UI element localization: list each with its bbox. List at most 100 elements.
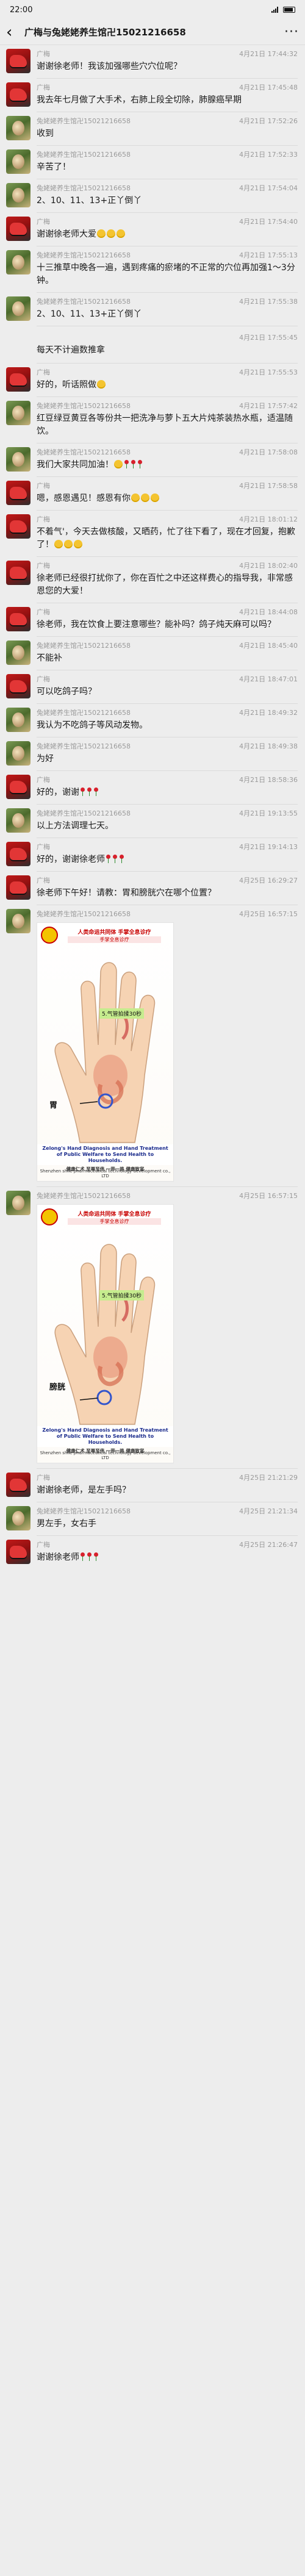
rose-icon [80,788,85,796]
avatar[interactable] [6,607,30,631]
sender-name: 广梅 [37,482,50,490]
sender-name: 兔姥姥养生馆卍15021216658 [37,298,131,306]
chat-message: 兔姥姥养生馆卍15021216658 4月21日 18:49:38 为好 [0,737,305,770]
avatar[interactable] [6,775,30,799]
message-body: 兔姥姥养生馆卍15021216658 4月21日 18:45:40 不能补 [37,640,298,665]
chat-message: 兔姥姥养生馆卍15021216658 4月21日 17:55:38 2、10、11、… [0,293,305,326]
avatar[interactable] [6,741,30,766]
avatar[interactable] [6,1506,30,1530]
message-meta: 广梅 4月25日 16:29:27 [37,875,298,885]
chat-message: 兔姥姥养生馆卍15021216658 4月21日 17:52:26 收到 [0,112,305,145]
message-time: 4月21日 17:45:48 [239,84,298,91]
message-text: 为好 [37,754,54,764]
avatar[interactable] [6,842,30,866]
avatar[interactable] [6,116,30,140]
avatar[interactable] [6,674,30,698]
message-time: 4月21日 17:55:53 [239,368,298,376]
message-body: 广梅 4月21日 17:44:32 谢谢徐老师！我该加强哪些穴穴位呢？ [37,49,298,73]
message-body: 兔姥姥养生馆卍15021216658 4月21日 17:58:08 我们大家共同加油… [37,447,298,472]
avatar[interactable] [6,481,30,505]
avatar[interactable] [6,367,30,392]
emoji-icon [131,493,140,502]
signal-icon [271,7,278,13]
message-time: 4月21日 18:44:08 [239,608,298,616]
more-icon[interactable]: ··· [281,24,299,40]
message-text: 每天不计遍数推拿 [37,345,105,355]
avatar[interactable] [6,149,30,174]
message-body: 兔姥姥养生馆卍15021216658 4月25日 21:21:34 男左手，女右手 [37,1506,298,1530]
rose-icon [93,788,99,796]
message-meta: 兔姥姥养生馆卍15021216658 4月21日 17:52:26 [37,116,298,126]
hand-chart-image[interactable]: 人类命运共同体 手掌全息诊疗 手掌全息诊疗 5.气管拍揉30秒 膀胱 Zelong's … [37,1204,174,1463]
message-time: 4月21日 17:52:33 [239,151,298,159]
avatar[interactable] [6,808,30,833]
chat-message: 兔姥姥养生馆卍15021216658 4月21日 18:45:40 不能补 [0,637,305,670]
emoji-icon [97,380,106,389]
hand-chart-drawing [54,1244,156,1425]
message-meta: 兔姥姥养生馆卍15021216658 4月21日 18:49:38 [37,741,298,751]
avatar[interactable] [6,296,30,321]
hand-chart-image[interactable]: 人类命运共同体 手掌全息诊疗 手掌全息诊疗 5.气管拍揉30秒胃 Zelong's H… [37,922,174,1182]
avatar[interactable] [6,514,30,539]
avatar[interactable] [6,447,30,472]
battery-icon [283,7,295,13]
chat-message: 兔姥姥养生馆卍15021216658 4月21日 17:55:13 十三推草中晚各一… [0,246,305,292]
avatar[interactable] [6,49,30,73]
message-time: 4月21日 17:55:13 [239,251,298,259]
message-body: 广梅 4月21日 17:58:58 嗯，感恩遇见！感恩有你 [37,481,298,505]
message-body: 广梅 4月25日 16:29:27 徐老师下午好！请教：胃和膀胱穴在哪个位置？ [37,875,298,900]
emoji-icon [141,493,149,502]
avatar[interactable] [6,875,30,900]
chat-message: 广梅 4月21日 18:01:12 不着气'，今天去做核酸，又晒药，忙了往下看了，现… [0,511,305,556]
avatar[interactable] [6,640,30,665]
logo-icon [41,1208,58,1225]
avatar[interactable] [6,909,30,933]
chat-message: 兔姥姥养生馆卍15021216658 4月21日 17:57:42 红豆绿豆黄豆各等… [0,397,305,443]
rose-icon [80,1552,85,1561]
chat-message: 兔姥姥养生馆卍15021216658 4月21日 17:54:04 2、10、11、… [0,179,305,212]
message-meta: 兔姥姥养生馆卍15021216658 4月21日 18:49:32 [37,708,298,717]
chart-subtitle: 手掌全息诊疗 [68,936,161,943]
message-text: 嗯，感恩遇见！感恩有你 [37,492,298,505]
sender-name: 兔姥姥养生馆卍15021216658 [37,251,131,259]
avatar[interactable] [6,1473,30,1497]
message-meta: 兔姥姥养生馆卍15021216658 4月21日 17:58:08 [37,447,298,457]
hand-chart-drawing [54,962,156,1143]
message-time: 4月21日 18:49:38 [239,742,298,750]
emoji-icon [107,229,115,238]
message-time: 4月21日 17:54:04 [239,184,298,192]
status-bar: 22:00 [0,0,305,20]
message-text: 2、10、11、13+正丫倒丫 [37,309,142,319]
chat-message: 广梅 4月21日 18:02:40 徐老师已经很打扰你了，你在百忙之中还这样费心的指… [0,557,305,603]
message-text: 谢谢徐老师 [37,1551,298,1564]
message-text: 不着气'，今天去做核酸，又晒药，忙了往下看了，现在才回复，抱歉了！ [37,527,295,550]
sender-name: 兔姥姥养生馆卍15021216658 [37,642,131,650]
avatar[interactable] [6,217,30,241]
avatar[interactable] [6,183,30,207]
chat-message: 兔姥姥养生馆卍15021216658 4月25日 21:21:34 男左手，女右手 [0,1502,305,1535]
message-time: 4月21日 17:52:26 [239,117,298,125]
message-meta: 广梅 4月21日 18:58:36 [37,775,298,784]
message-time: 4月25日 21:21:34 [239,1507,298,1515]
avatar[interactable] [6,401,30,425]
avatar[interactable] [6,1191,30,1215]
chart-title: 人类命运共同体 手掌全息诊疗 [77,1211,151,1218]
chat-message: 广梅 4月21日 17:55:53 好的，听话照做 [0,364,305,396]
message-text: 男左手，女右手 [37,1519,96,1529]
avatar[interactable] [6,708,30,732]
message-meta: 兔姥姥养生馆卍15021216658 4月21日 17:54:04 [37,183,298,193]
avatar[interactable] [6,82,30,107]
avatar[interactable] [6,561,30,585]
chevron-left-icon[interactable]: ‹ [6,24,24,40]
message-text: 我们大家共同加油！ [37,459,298,472]
message-text: 好的，谢谢 [37,786,298,799]
message-body: 广梅 4月21日 18:58:36 好的，谢谢 [37,775,298,799]
message-meta: 兔姥姥养生馆卍15021216658 4月21日 17:52:33 [37,149,298,159]
message-body: 广梅 4月21日 18:01:12 不着气'，今天去做核酸，又晒药，忙了往下看了，现… [37,514,298,551]
rose-icon [112,855,118,863]
chat-message: 广梅 4月21日 17:54:40 谢谢徐老师大爱 [0,213,305,246]
message-meta: 兔姥姥养生馆卍15021216658 4月21日 17:55:13 [37,250,298,260]
avatar[interactable] [6,250,30,274]
avatar[interactable] [6,1540,30,1564]
message-text: 谢谢徐老师！我该加强哪些穴穴位呢？ [37,62,182,71]
